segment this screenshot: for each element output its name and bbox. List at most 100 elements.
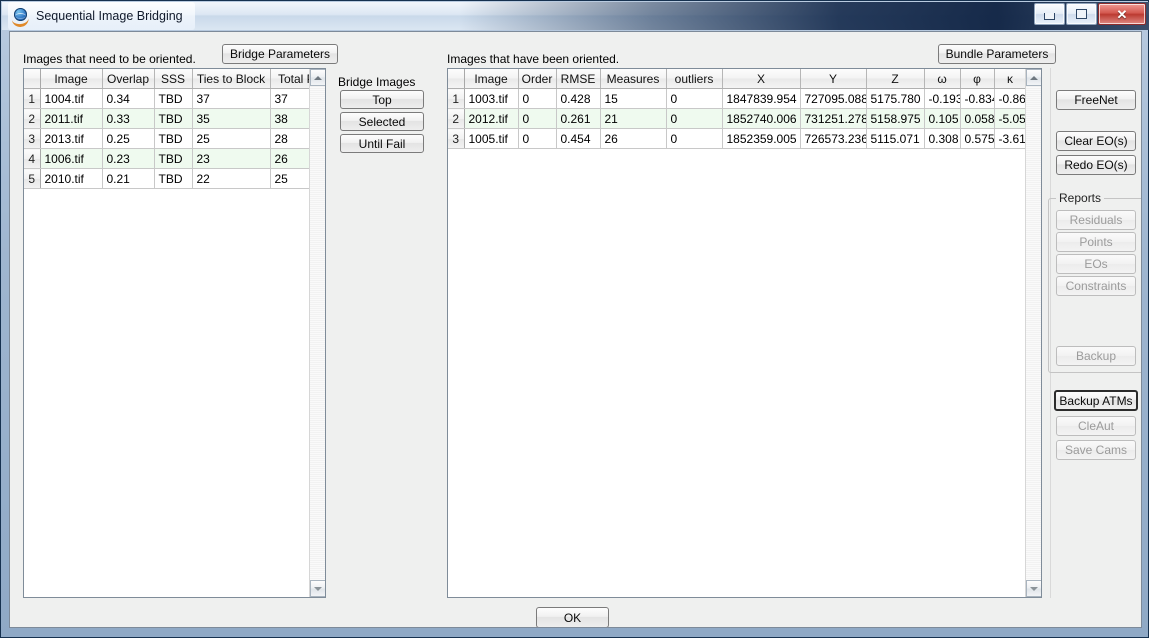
restore-button[interactable]	[1066, 3, 1097, 25]
right-cell-kappa[interactable]: -5.052	[994, 108, 1027, 129]
right-cell-measures[interactable]: 15	[600, 88, 667, 109]
left-cell-overlap[interactable]: 0.25	[102, 128, 155, 149]
left-grid-scroll-up-button[interactable]	[310, 69, 325, 86]
left-cell-image[interactable]: 1006.tif	[40, 148, 103, 169]
right-cell-rmse[interactable]: 0.261	[556, 108, 601, 129]
table-row[interactable]: 4 1006.tif 0.23 TBD 23 26	[24, 148, 325, 169]
bridge-selected-button[interactable]: Selected	[340, 112, 424, 131]
right-cell-kappa[interactable]: -0.866	[994, 88, 1027, 109]
table-row[interactable]: 5 2010.tif 0.21 TBD 22 25	[24, 168, 325, 189]
right-col-order[interactable]: Order	[518, 69, 557, 89]
right-cell-omega[interactable]: 0.105	[924, 108, 961, 129]
left-cell-ties[interactable]: 37	[192, 88, 271, 109]
left-cell-ties[interactable]: 22	[192, 168, 271, 189]
right-col-image[interactable]: Image	[464, 69, 519, 89]
right-cell-outliers[interactable]: 0	[666, 88, 723, 109]
right-grid-scroll-up-button[interactable]	[1026, 69, 1041, 86]
right-cell-rmse[interactable]: 0.454	[556, 128, 601, 149]
right-col-kappa[interactable]: κ	[994, 69, 1027, 89]
left-grid-scrollbar[interactable]	[309, 69, 325, 597]
right-col-omega[interactable]: ω	[924, 69, 961, 89]
right-cell-outliers[interactable]: 0	[666, 128, 723, 149]
right-col-outliers[interactable]: outliers	[666, 69, 723, 89]
left-cell-overlap[interactable]: 0.21	[102, 168, 155, 189]
left-cell-overlap[interactable]: 0.23	[102, 148, 155, 169]
clear-eos-button[interactable]: Clear EO(s)	[1056, 131, 1136, 151]
left-col-overlap[interactable]: Overlap	[102, 69, 155, 89]
left-cell-ties[interactable]: 23	[192, 148, 271, 169]
right-cell-x[interactable]: 1852359.005	[722, 128, 801, 149]
bridge-until-fail-button[interactable]: Until Fail	[340, 134, 424, 153]
right-cell-order[interactable]: 0	[518, 108, 557, 129]
bridge-parameters-button[interactable]: Bridge Parameters	[222, 44, 338, 64]
left-row-number[interactable]: 5	[24, 168, 41, 189]
right-cell-y[interactable]: 727095.088	[800, 88, 867, 109]
left-grid-scroll-down-button[interactable]	[310, 580, 325, 597]
right-grid-scroll-down-button[interactable]	[1026, 580, 1041, 597]
right-cell-phi[interactable]: 0.058	[960, 108, 995, 129]
table-row[interactable]: 2 2012.tif 0 0.261 21 0 1852740.006 731251.278 5…	[448, 108, 1027, 129]
right-cell-image[interactable]: 1005.tif	[464, 128, 519, 149]
right-cell-phi[interactable]: 0.575	[960, 128, 995, 149]
table-row[interactable]: 3 2013.tif 0.25 TBD 25 28	[24, 128, 325, 149]
left-cell-sss[interactable]: TBD	[154, 128, 193, 149]
right-row-number[interactable]: 1	[448, 88, 465, 109]
left-cell-sss[interactable]: TBD	[154, 148, 193, 169]
right-cell-image[interactable]: 1003.tif	[464, 88, 519, 109]
left-cell-sss[interactable]: TBD	[154, 108, 193, 129]
right-cell-image[interactable]: 2012.tif	[464, 108, 519, 129]
close-button[interactable]: ✕	[1098, 3, 1146, 25]
right-row-number[interactable]: 3	[448, 128, 465, 149]
save-cams-button[interactable]: Save Cams	[1056, 440, 1136, 460]
right-cell-outliers[interactable]: 0	[666, 108, 723, 129]
right-cell-measures[interactable]: 21	[600, 108, 667, 129]
right-cell-rmse[interactable]: 0.428	[556, 88, 601, 109]
left-col-image[interactable]: Image	[40, 69, 103, 89]
table-row[interactable]: 3 1005.tif 0 0.454 26 0 1852359.005 726573.236 5…	[448, 128, 1027, 149]
left-col-ties-to-block[interactable]: Ties to Block	[192, 69, 271, 89]
right-cell-omega[interactable]: -0.193	[924, 88, 961, 109]
right-cell-y[interactable]: 726573.236	[800, 128, 867, 149]
right-cell-measures[interactable]: 26	[600, 128, 667, 149]
redo-eos-button[interactable]: Redo EO(s)	[1056, 155, 1136, 175]
left-cell-sss[interactable]: TBD	[154, 168, 193, 189]
reports-points-button[interactable]: Points	[1056, 232, 1136, 252]
right-cell-z[interactable]: 5115.071	[866, 128, 925, 149]
reports-eos-button[interactable]: EOs	[1056, 254, 1136, 274]
right-cell-order[interactable]: 0	[518, 88, 557, 109]
right-col-x[interactable]: X	[722, 69, 801, 89]
right-col-phi[interactable]: φ	[960, 69, 995, 89]
minimize-button[interactable]	[1034, 3, 1065, 25]
cleaut-button[interactable]: CleAut	[1056, 416, 1136, 436]
right-col-rmse[interactable]: RMSE	[556, 69, 601, 89]
left-cell-image[interactable]: 2010.tif	[40, 168, 103, 189]
right-col-measures[interactable]: Measures	[600, 69, 667, 89]
left-cell-image[interactable]: 1004.tif	[40, 88, 103, 109]
left-cell-sss[interactable]: TBD	[154, 88, 193, 109]
oriented-images-grid[interactable]: Image Order RMSE Measures outliers X Y Z…	[447, 68, 1042, 598]
reports-residuals-button[interactable]: Residuals	[1056, 210, 1136, 230]
left-cell-ties[interactable]: 35	[192, 108, 271, 129]
left-cell-image[interactable]: 2011.tif	[40, 108, 103, 129]
bundle-parameters-button[interactable]: Bundle Parameters	[938, 44, 1056, 64]
right-cell-y[interactable]: 731251.278	[800, 108, 867, 129]
table-row[interactable]: 2 2011.tif 0.33 TBD 35 38	[24, 108, 325, 129]
right-cell-z[interactable]: 5175.780	[866, 88, 925, 109]
right-grid-scrollbar[interactable]	[1025, 69, 1041, 597]
left-row-number[interactable]: 4	[24, 148, 41, 169]
reports-backup-button[interactable]: Backup	[1056, 346, 1136, 366]
left-row-number[interactable]: 2	[24, 108, 41, 129]
left-row-number[interactable]: 3	[24, 128, 41, 149]
freenet-button[interactable]: FreeNet	[1056, 90, 1136, 110]
ok-button[interactable]: OK	[536, 607, 609, 627]
right-cell-omega[interactable]: 0.308	[924, 128, 961, 149]
right-cell-order[interactable]: 0	[518, 128, 557, 149]
bridge-top-button[interactable]: Top	[340, 90, 424, 109]
table-row[interactable]: 1 1004.tif 0.34 TBD 37 37	[24, 88, 325, 109]
left-cell-overlap[interactable]: 0.33	[102, 108, 155, 129]
right-col-rownum[interactable]	[448, 69, 465, 89]
backup-atms-button[interactable]: Backup ATMs	[1054, 390, 1138, 411]
right-col-y[interactable]: Y	[800, 69, 867, 89]
reports-constraints-button[interactable]: Constraints	[1056, 276, 1136, 296]
left-cell-ties[interactable]: 25	[192, 128, 271, 149]
